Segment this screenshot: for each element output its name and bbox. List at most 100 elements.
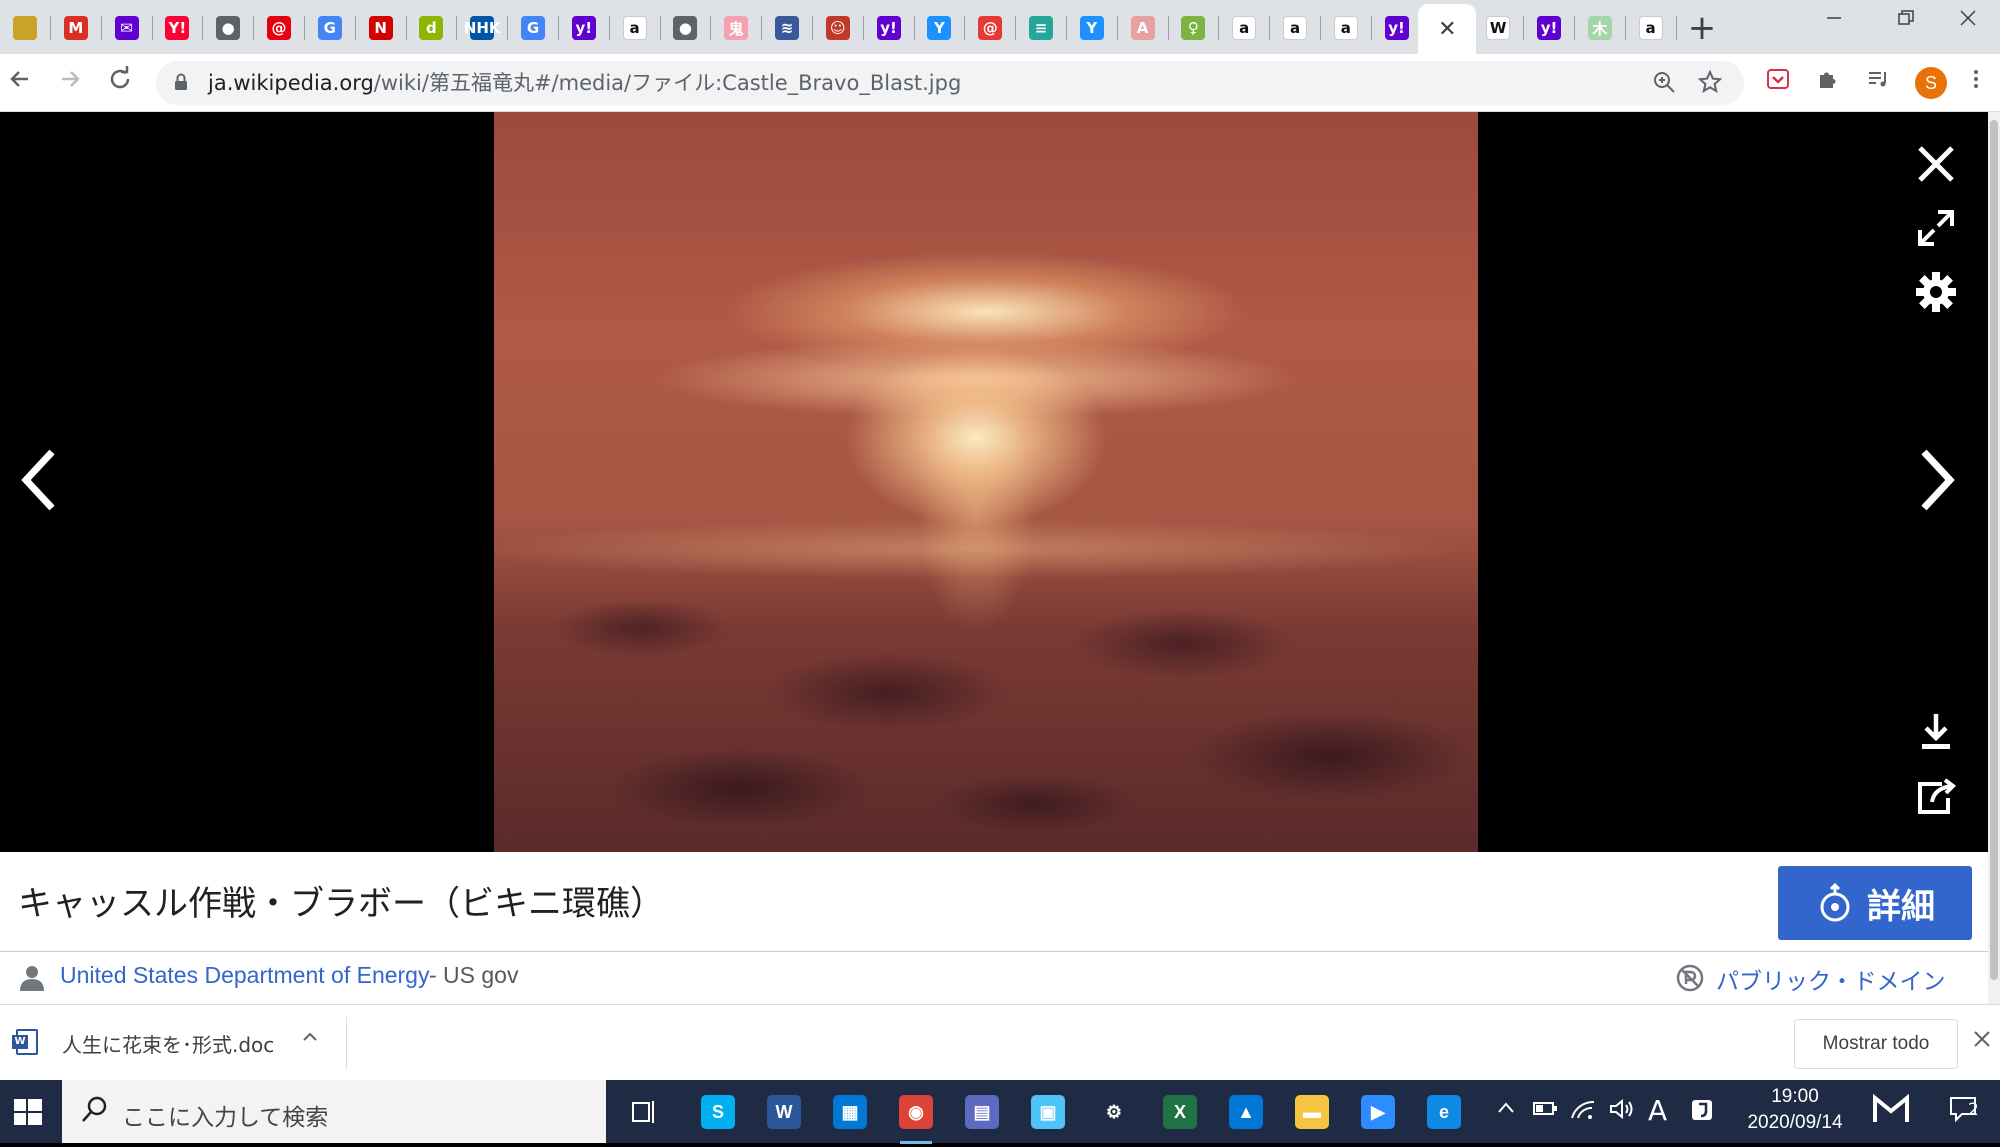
taskbar-app[interactable]: W [760,1088,808,1136]
globe-icon: ● [673,16,698,40]
details-button[interactable]: 詳細 [1778,866,1972,940]
volume-icon[interactable] [1608,1098,1634,1126]
tab[interactable]: Y! [152,6,202,50]
taskbar-app[interactable]: ◉ [892,1088,940,1144]
next-image-button[interactable] [1912,444,1960,516]
taskbar-app[interactable]: ▦ [826,1088,874,1136]
tab[interactable]: @ [254,6,304,50]
back-button[interactable] [2,65,38,101]
share-button[interactable] [1912,772,1960,820]
tree-icon: 木 [1587,16,1612,40]
forward-button[interactable] [52,65,88,101]
profile-avatar[interactable]: S [1915,67,1947,99]
close-tab-icon[interactable]: ✕ [1438,17,1456,42]
tab[interactable]: ☺ [813,6,863,50]
previous-image-button[interactable] [16,444,64,516]
tab-active[interactable]: ✕ [1418,4,1477,54]
clock-time: 19:00 [1771,1086,1819,1107]
tab[interactable]: 鬼 [711,6,761,50]
chrome-icon: ◉ [899,1095,933,1129]
tab[interactable] [0,6,50,50]
rss-icon: ≋ [775,16,799,40]
taskbar-app[interactable]: ▣ [1024,1088,1072,1136]
tab[interactable]: a [1270,6,1320,50]
page-scrollbar[interactable] [1988,112,2000,1004]
download-button[interactable] [1912,708,1960,756]
notification-center-button[interactable]: 2 [1948,1094,1984,1130]
author-link[interactable]: United States Department of Energy [60,962,429,989]
ime-indicator[interactable]: A [1648,1094,1667,1127]
wifi-icon[interactable] [1570,1098,1596,1126]
tab[interactable]: a [1219,6,1269,50]
tab[interactable]: W [1473,6,1523,50]
gmail-tray-icon[interactable] [1872,1092,1910,1132]
chevron-up-icon[interactable] [300,1027,320,1052]
start-button[interactable] [0,1080,62,1143]
task-view-button[interactable] [620,1088,668,1136]
tab[interactable]: y! [1524,6,1574,50]
search-icon [82,1096,107,1122]
reload-button[interactable] [102,65,138,101]
tab[interactable]: d [406,6,456,50]
taskbar-app[interactable]: ⚙ [1090,1088,1138,1136]
yahoo-icon: y! [1537,16,1561,40]
scrollbar-thumb[interactable] [1990,120,1998,980]
tab[interactable]: @ [965,6,1015,50]
taskbar-app[interactable]: ▤ [958,1088,1006,1136]
close-viewer-button[interactable] [1912,140,1960,188]
pocket-extension-icon[interactable] [1762,67,1794,99]
system-clock[interactable]: 19:00 2020/09/14 [1740,1086,1850,1134]
tab[interactable]: a [1626,6,1676,50]
close-download-bar-icon[interactable] [1972,1027,1992,1055]
taskbar-app[interactable]: ▶ [1354,1088,1402,1136]
tab[interactable]: NHK [457,6,507,50]
taskbar-app[interactable]: e [1420,1088,1468,1136]
fullscreen-button[interactable] [1912,204,1960,252]
tab[interactable]: ≋ [762,6,812,50]
address-bar[interactable]: ja.wikipedia.org/wiki/第五福竜丸#/media/ファイル:… [156,61,1744,105]
bookmark-star-icon[interactable] [1696,69,1724,98]
tab[interactable]: N [356,6,406,50]
tab[interactable]: 木 [1575,6,1625,50]
url-path: /wiki/第五福竜丸#/media/ファイル:Castle_Bravo_Bla… [373,71,962,95]
extensions-puzzle-icon[interactable] [1812,67,1844,99]
media-control-icon[interactable] [1862,67,1894,99]
tab[interactable]: y! [559,6,609,50]
tab[interactable]: M [51,6,101,50]
tab[interactable]: a [1321,6,1371,50]
tab[interactable]: y! [1372,6,1422,50]
tab[interactable]: G [305,6,355,50]
tab[interactable]: Y [914,6,964,50]
zoom-icon[interactable] [1650,70,1678,98]
tab[interactable]: G [508,6,558,50]
license-link[interactable]: パブリック・ドメイン [1716,962,1946,996]
taskbar-app[interactable]: X [1156,1088,1204,1136]
credit-line: United States Department of Energy - US … [0,952,1988,1004]
new-tab-button[interactable]: + [1682,8,1722,48]
globe-icon: ● [216,16,241,40]
tab[interactable]: ● [203,6,253,50]
settings-button[interactable] [1912,268,1960,316]
show-all-downloads-button[interactable]: Mostrar todo [1794,1019,1958,1069]
taskbar-search-box[interactable]: ここに入力して検索 [62,1080,606,1143]
tab[interactable]: y! [864,6,914,50]
tab[interactable]: Y [1067,6,1117,50]
close-window-button[interactable] [1936,0,2000,44]
menu-kebab-icon[interactable] [1960,67,1992,99]
tab[interactable]: A [1118,6,1168,50]
taskbar-app[interactable]: ▲ [1222,1088,1270,1136]
app-tray-icon[interactable] [1690,1098,1714,1128]
tray-overflow-icon[interactable] [1496,1098,1516,1124]
tab[interactable]: ♀ [1168,6,1218,50]
tab[interactable]: ✉ [102,6,152,50]
taskbar-app[interactable]: ▬ [1288,1088,1336,1136]
tab[interactable]: ≡ [1016,6,1066,50]
minimize-button[interactable] [1802,0,1866,44]
tab[interactable]: a [610,6,660,50]
restore-button[interactable] [1874,0,1938,44]
word-icon: W [767,1095,801,1129]
arrow-left-icon [10,71,28,87]
taskbar-app[interactable]: S [694,1088,742,1136]
tab[interactable]: ● [660,6,710,50]
battery-icon[interactable] [1532,1098,1558,1124]
